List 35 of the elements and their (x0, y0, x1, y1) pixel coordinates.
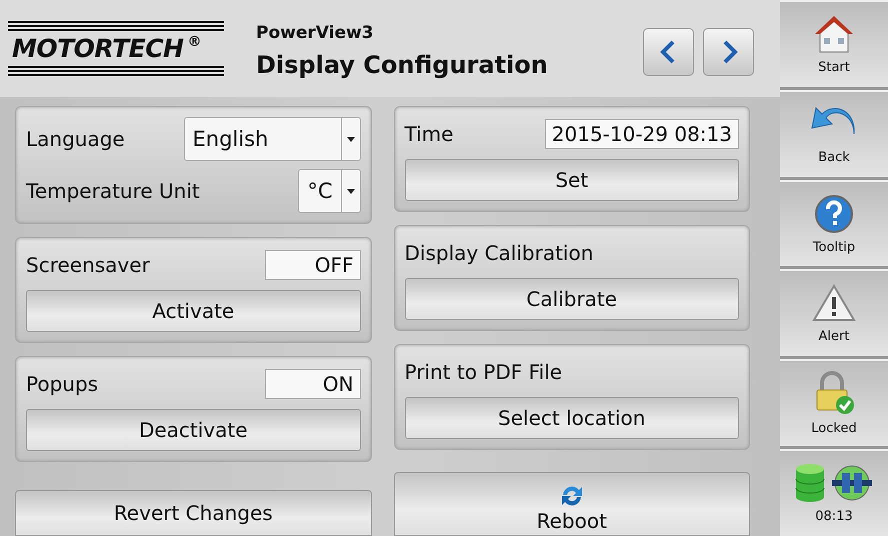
setting-label: Popups (26, 372, 98, 396)
action-label: Print to PDF File (404, 360, 562, 384)
toggle-button[interactable]: Activate (26, 290, 360, 332)
page-title: Display Configuration (256, 50, 549, 78)
language-label: Language (26, 127, 125, 151)
product-name: PowerView3 (256, 22, 375, 42)
revert-button[interactable]: Revert Changes (15, 490, 372, 536)
set-button[interactable]: Set (404, 159, 739, 201)
warning-icon (812, 283, 856, 324)
setting-label: Screensaver (26, 253, 150, 277)
action-button[interactable]: Select location (404, 397, 739, 439)
previous-button[interactable] (643, 28, 694, 76)
sidebar-button[interactable]: Start (780, 0, 888, 87)
sidebar-button[interactable]: Locked (780, 359, 888, 446)
language-dropdown[interactable]: English (184, 117, 360, 161)
caret-icon (346, 188, 354, 194)
status-field: ON (264, 369, 360, 399)
sidebar-button[interactable]: Tooltip (780, 180, 888, 266)
status-field: OFF (264, 250, 360, 280)
database-connection-icon (794, 463, 874, 504)
sidebar-button[interactable]: Back (780, 90, 888, 177)
temperature-unit-dropdown[interactable]: °C (298, 169, 360, 213)
caret-icon (346, 136, 354, 142)
help-icon (814, 194, 854, 234)
action-label: Display Calibration (404, 241, 594, 265)
time-field[interactable]: 2015-10-29 08:13 (544, 119, 739, 149)
next-button[interactable] (703, 28, 754, 76)
toggle-button[interactable]: Deactivate (26, 409, 360, 451)
time-label: Time (404, 122, 454, 146)
sidebar-button[interactable]: Alert (780, 269, 888, 356)
temperature-unit-label: Temperature Unit (26, 179, 200, 203)
sidebar-button[interactable]: 08:13 (780, 449, 888, 536)
reboot-button[interactable]: Reboot (394, 472, 750, 536)
company-logo: MOTORTECH ® (8, 21, 240, 76)
action-button[interactable]: Calibrate (404, 278, 739, 320)
